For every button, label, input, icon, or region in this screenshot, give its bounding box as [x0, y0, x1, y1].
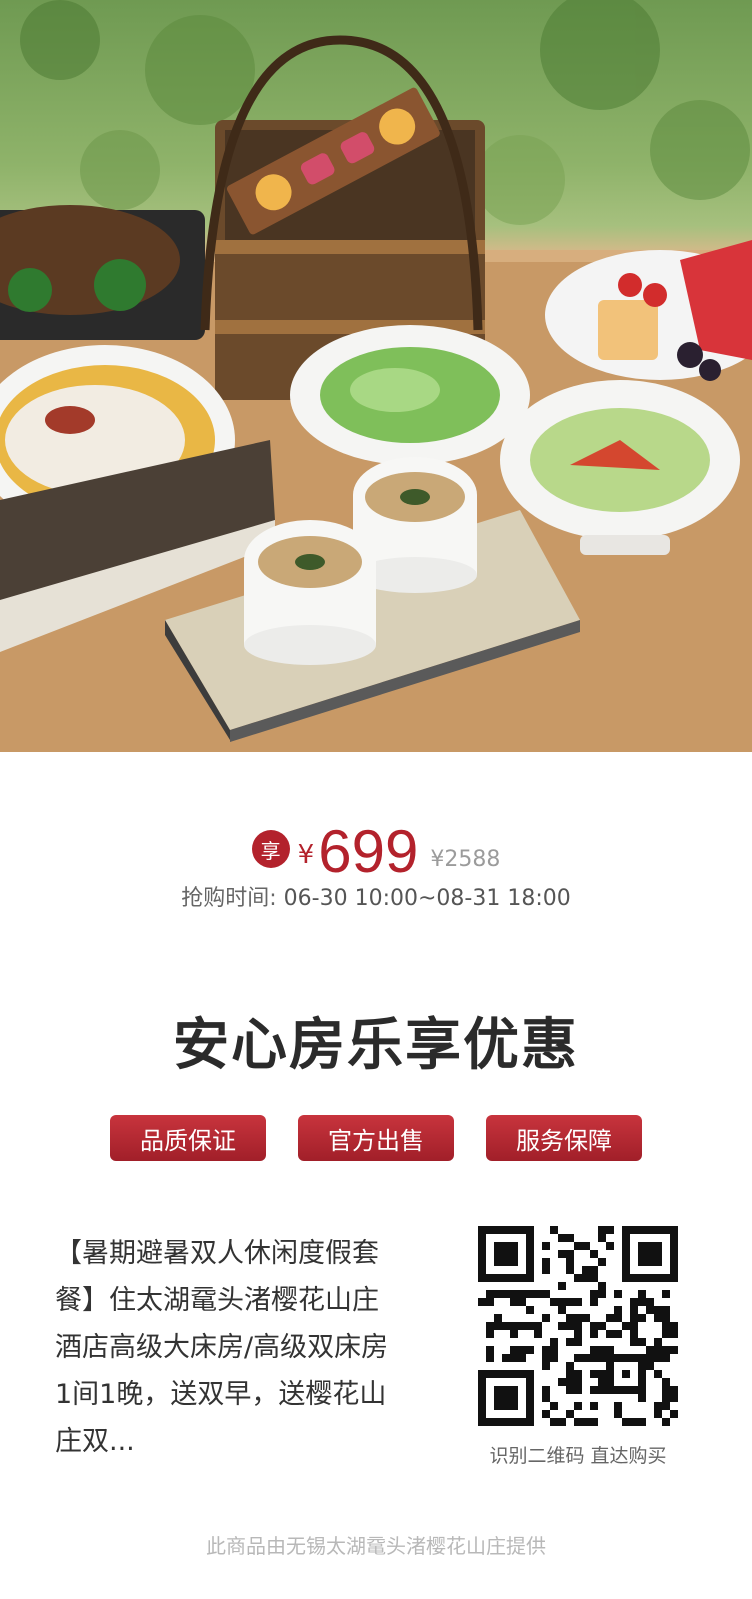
- tag-service: 服务保障: [486, 1115, 642, 1161]
- guarantee-tags: 品质保证 官方出售 服务保障: [110, 1115, 642, 1161]
- product-description: 【暑期避暑双人休闲度假套餐】住太湖鼋头渚樱花山庄酒店高级大床房/高级双床房1间1…: [55, 1238, 389, 1457]
- qr-caption: 识别二维码 直达购买: [489, 1445, 667, 1467]
- current-price: 699: [318, 818, 419, 885]
- hero-illustration: [0, 0, 752, 752]
- qr-code-icon[interactable]: [478, 1226, 678, 1426]
- price-row: 享 ¥ 699 ¥2588: [0, 812, 752, 882]
- tag-quality: 品质保证: [110, 1115, 266, 1161]
- sale-time-label: 抢购时间:: [181, 886, 277, 911]
- original-price: ¥2588: [430, 847, 501, 872]
- sale-time: 抢购时间: 06-30 10:00~08-31 18:00: [0, 880, 752, 912]
- currency-symbol: ¥: [297, 840, 315, 870]
- headline: 安心房乐享优惠: [173, 1013, 579, 1078]
- qr-code-graphic: [478, 1226, 678, 1426]
- enjoy-badge-icon: 享: [251, 830, 290, 868]
- provider-footer: 此商品由无锡太湖鼋头渚樱花山庄提供: [206, 1534, 546, 1558]
- hero-food-photo: [0, 0, 752, 752]
- tag-official: 官方出售: [298, 1115, 454, 1161]
- sale-time-value: 06-30 10:00~08-31 18:00: [283, 886, 571, 911]
